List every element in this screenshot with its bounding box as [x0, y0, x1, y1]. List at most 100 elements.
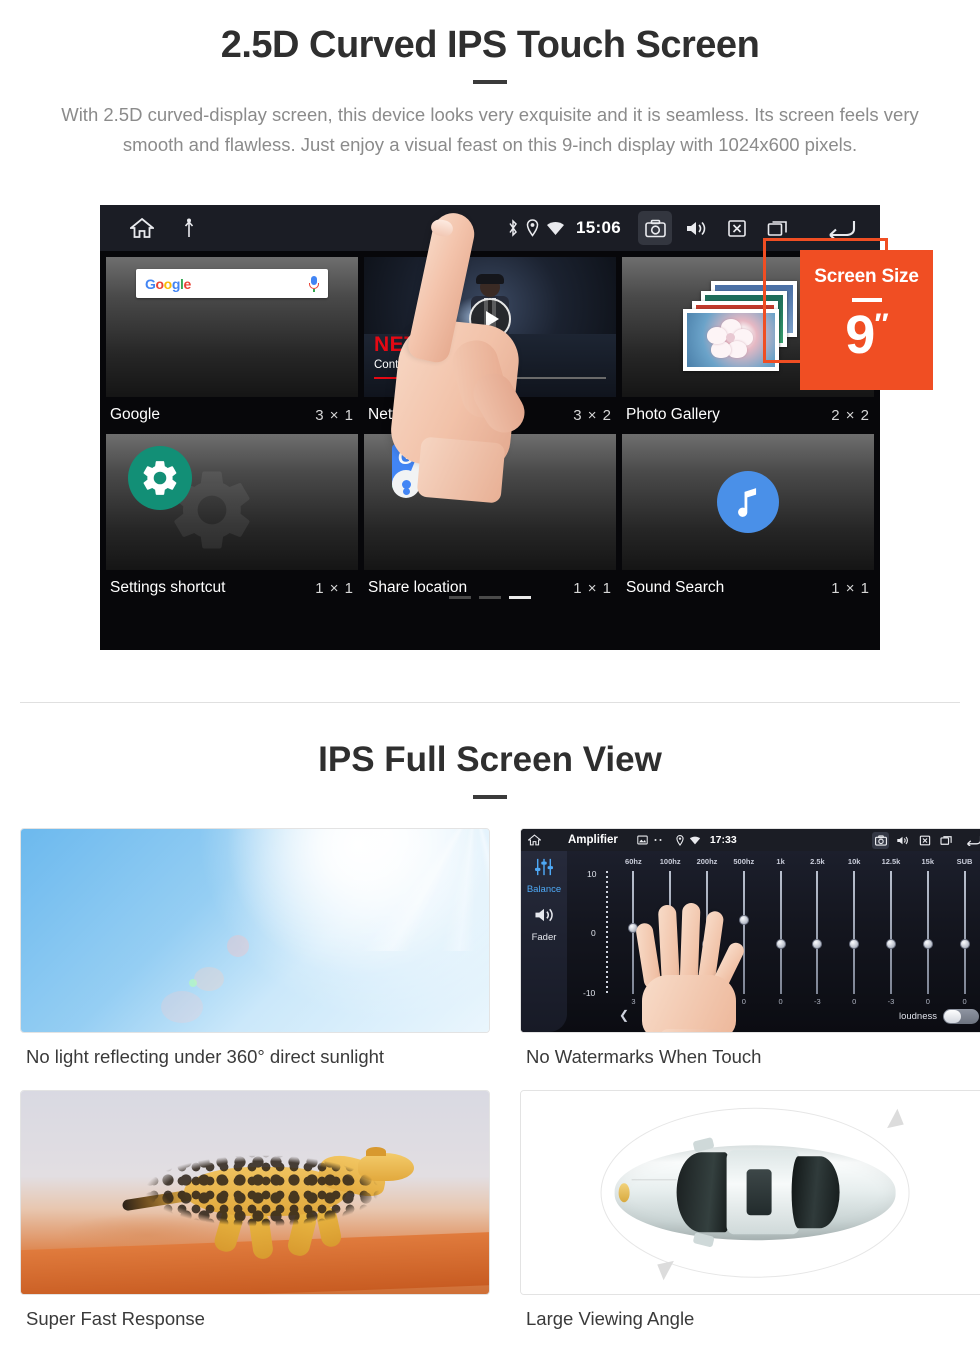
- widget-size: 2 × 2: [831, 406, 870, 424]
- microphone-icon[interactable]: [309, 275, 319, 292]
- eq-slider[interactable]: [946, 871, 980, 994]
- sidebar-item-balance[interactable]: Balance: [527, 884, 561, 895]
- netflix-artwork: NETFLIX Continue Marvel's Daredevil: [364, 257, 616, 397]
- band-label: 12.5k: [881, 857, 901, 866]
- widget-cell-settings-shortcut[interactable]: Settings shortcut 1 × 1: [106, 434, 358, 607]
- back-icon[interactable]: [965, 832, 980, 849]
- band-label: 500hz: [733, 857, 755, 866]
- band-label: 100hz: [659, 857, 681, 866]
- band-value: 0: [778, 997, 783, 1006]
- scale-max: 10: [587, 869, 597, 879]
- eq-slider[interactable]: [836, 871, 873, 994]
- amplifier-app: Amplifier 17:33 Balance Fader 60hz 100hz…: [521, 829, 980, 1032]
- sound-search-preview[interactable]: [622, 434, 874, 570]
- camera-icon[interactable]: [872, 831, 889, 849]
- feature-card-sunlight: No light reflecting under 360° direct su…: [20, 828, 490, 1068]
- band-label: 200hz: [696, 857, 718, 866]
- eq-slider[interactable]: [873, 871, 910, 994]
- product-feature-page: 2.5D Curved IPS Touch Screen With 2.5D c…: [0, 0, 980, 1372]
- widget-size: 3 × 1: [315, 406, 354, 424]
- share-location-preview[interactable]: G: [364, 434, 616, 570]
- google-search-box[interactable]: Google: [136, 269, 328, 298]
- widget-caption: Sound Search 1 × 1: [622, 570, 874, 607]
- feature-card-caption: Large Viewing Angle: [526, 1308, 695, 1329]
- cheetah: [121, 1145, 415, 1264]
- section2-title-rule: [473, 795, 507, 799]
- amplifier-title: Amplifier: [568, 834, 618, 846]
- volume-icon[interactable]: [894, 832, 911, 849]
- section-divider: [20, 702, 960, 703]
- location-icon: [676, 834, 684, 846]
- widget-caption: Share location 1 × 1: [364, 570, 616, 607]
- widget-label: Settings shortcut: [110, 579, 226, 596]
- usb-icon[interactable]: [182, 218, 196, 238]
- home-icon[interactable]: [528, 834, 541, 846]
- equalizer: 60hz 100hz 200hz 500hz 1k 2.5k 10k 12.5k…: [573, 855, 980, 1028]
- wifi-icon: [689, 836, 701, 845]
- widget-cell-google[interactable]: Google Google 3 × 1: [106, 257, 358, 434]
- picture-icon: [637, 835, 648, 845]
- running-cheetah-photo: [20, 1090, 490, 1295]
- scale-mid: 0: [591, 927, 596, 938]
- widget-caption: Google 3 × 1: [106, 397, 358, 434]
- equalizer-band-labels: 60hz 100hz 200hz 500hz 1k 2.5k 10k 12.5k…: [615, 857, 980, 866]
- more-icon: [653, 835, 663, 845]
- music-note-icon[interactable]: [717, 471, 779, 533]
- prev-arrow-icon[interactable]: ❮: [619, 1008, 629, 1022]
- page-indicator[interactable]: [449, 596, 531, 599]
- screen-size-badge-title: Screen Size: [814, 266, 919, 287]
- settings-gear-icon[interactable]: [128, 446, 192, 510]
- speaker-icon[interactable]: [533, 906, 555, 929]
- sun-rays: [278, 829, 489, 951]
- netflix-brand: NETFLIX: [374, 333, 465, 356]
- google-widget-preview[interactable]: Google: [106, 257, 358, 397]
- camera-icon[interactable]: [638, 211, 672, 245]
- sliders-icon[interactable]: [533, 858, 555, 881]
- widget-size: 3 × 2: [573, 406, 612, 424]
- google-maps-icon[interactable]: G: [392, 444, 454, 502]
- widget-cell-netflix[interactable]: NETFLIX Continue Marvel's Daredevil Netf…: [364, 257, 616, 434]
- widget-cell-share-location[interactable]: G Share location 1 × 1: [364, 434, 616, 607]
- screen-size-badge: Screen Size 9″: [800, 250, 933, 390]
- home-icon[interactable]: [130, 217, 154, 239]
- status-bar-left: [100, 217, 196, 239]
- widget-row-1: Google Google 3 × 1 NETFLIX Continue Mar…: [106, 257, 874, 434]
- amplifier-status-bar: Amplifier 17:33: [521, 829, 980, 851]
- netflix-widget-preview[interactable]: NETFLIX Continue Marvel's Daredevil: [364, 257, 616, 397]
- car-illustration: [614, 1136, 896, 1249]
- eq-slider[interactable]: [762, 871, 799, 994]
- eq-slider[interactable]: [909, 871, 946, 994]
- eq-slider[interactable]: [799, 871, 836, 994]
- close-icon[interactable]: [916, 832, 933, 849]
- widget-cell-sound-search[interactable]: Sound Search 1 × 1: [622, 434, 874, 607]
- play-icon[interactable]: [469, 297, 511, 340]
- volume-icon[interactable]: [679, 211, 713, 245]
- netflix-subtitle: Continue Marvel's Daredevil: [374, 359, 518, 371]
- loudness-control[interactable]: loudness: [899, 1008, 979, 1024]
- band-label: 60hz: [625, 857, 642, 866]
- settings-shortcut-preview[interactable]: [106, 434, 358, 570]
- section1-title: 2.5D Curved IPS Touch Screen: [220, 24, 760, 66]
- section1-title-rule: [473, 80, 507, 84]
- page-dot[interactable]: [449, 596, 471, 599]
- wifi-icon: [546, 221, 565, 236]
- page-dot[interactable]: [479, 596, 501, 599]
- amplifier-side-tabs: Balance Fader: [521, 851, 567, 1032]
- feature-card-amplifier: Amplifier 17:33 Balance Fader 60hz 100hz…: [520, 828, 980, 1068]
- recents-icon[interactable]: [938, 832, 955, 849]
- sidebar-item-fader[interactable]: Fader: [532, 932, 557, 943]
- page-dot-active[interactable]: [509, 596, 531, 599]
- location-icon: [526, 219, 539, 237]
- loudness-toggle[interactable]: [943, 1008, 979, 1024]
- widget-size: 1 × 1: [315, 579, 354, 597]
- open-hand-illustration: [634, 902, 756, 1032]
- section2-title: IPS Full Screen View: [318, 740, 662, 779]
- band-value: -3: [814, 997, 821, 1006]
- widget-label: Sound Search: [626, 579, 725, 596]
- close-icon[interactable]: [720, 211, 754, 245]
- feature-card-caption: Super Fast Response: [26, 1308, 205, 1329]
- screen-size-unit: ″: [874, 307, 888, 341]
- status-bar-clock: 15:06: [576, 218, 621, 237]
- widget-size: 1 × 1: [573, 579, 612, 597]
- widget-label: Photo Gallery: [626, 406, 720, 423]
